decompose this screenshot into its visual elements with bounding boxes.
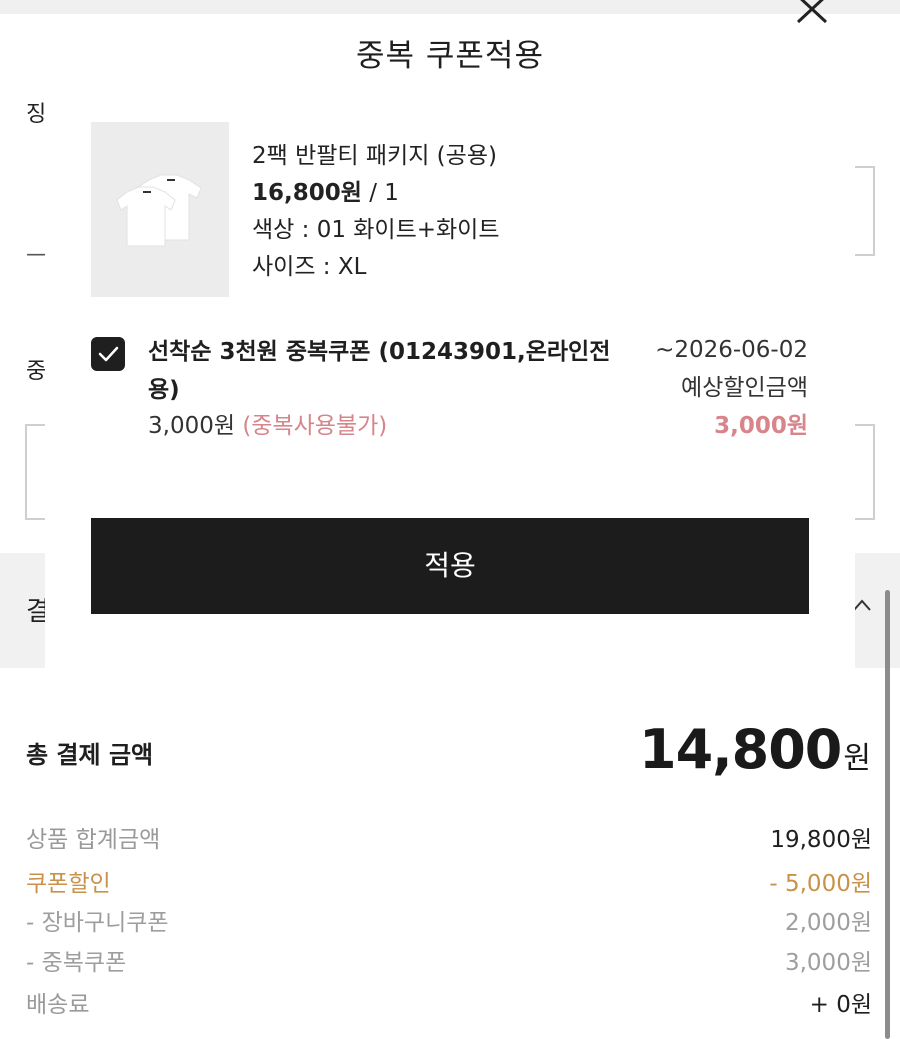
duplicate-coupon-label: - 중복쿠폰 — [26, 950, 127, 976]
bg-box-right — [855, 424, 875, 520]
bg-label-top: 징 — [26, 102, 47, 127]
product-size: 사이즈 : XL — [252, 254, 367, 280]
product-price: 16,800원 — [252, 180, 362, 206]
chevron-up-icon[interactable] — [852, 596, 872, 616]
product-color: 색상 : 01 화이트+화이트 — [252, 217, 500, 243]
cart-coupon-label: - 장바구니쿠폰 — [26, 910, 169, 936]
coupon-discount-label: 쿠폰할인 — [26, 871, 111, 897]
shipping-label: 배송료 — [26, 992, 90, 1018]
product-name: 2팩 반팔티 패키지 (공용) — [252, 143, 497, 169]
bg-label-mid: 중 — [26, 359, 47, 384]
duplicate-coupon-value: 3,000원 — [784, 950, 872, 976]
subtotal-value: 19,800원 — [770, 827, 872, 853]
estimated-discount-label: 예상할인금액 — [681, 375, 808, 401]
shipping-value: + 0원 — [809, 992, 872, 1018]
total-amount-value: 14,800 — [639, 718, 842, 781]
coupon-expiry: ~2026-06-02 — [655, 337, 808, 363]
product-thumbnail — [91, 122, 229, 297]
scrollbar[interactable] — [885, 590, 890, 1039]
product-quantity: / 1 — [361, 180, 399, 206]
total-payment-amount: 14,800원 — [639, 718, 871, 781]
coupon-detail: ~2026-06-02 예상할인금액 3,000원 — [655, 331, 808, 445]
product-price-row: 16,800원 / 1 — [252, 175, 500, 212]
coupon-note: (중복사용불가) — [242, 413, 388, 439]
estimated-discount-amount: 3,000원 — [714, 413, 808, 439]
close-icon[interactable] — [794, 0, 832, 28]
coupon-amount-row: 3,000원 (중복사용불가) — [148, 406, 387, 440]
modal-title: 중복 쿠폰적용 — [356, 38, 544, 74]
top-strip — [0, 0, 900, 14]
apply-button[interactable]: 적용 — [91, 518, 809, 614]
coupon-discount-value: - 5,000원 — [769, 871, 872, 897]
subtotal-label: 상품 합계금액 — [26, 827, 161, 853]
cart-coupon-value: 2,000원 — [784, 910, 872, 936]
coupon-name: 선착순 3천원 중복쿠폰 (01243901,온라인전용) — [148, 339, 611, 403]
bg-input-right — [855, 166, 875, 256]
coupon-amount: 3,000원 — [148, 413, 236, 439]
checkmark-icon — [98, 346, 119, 362]
total-payment-label: 총 결제 금액 — [26, 741, 154, 769]
coupon-checkbox[interactable] — [91, 337, 125, 371]
tshirt-image-icon — [116, 174, 202, 247]
product-info: 2팩 반팔티 패키지 (공용) 16,800원 / 1 색상 : 01 화이트+… — [252, 138, 500, 286]
total-amount-unit: 원 — [843, 741, 871, 776]
